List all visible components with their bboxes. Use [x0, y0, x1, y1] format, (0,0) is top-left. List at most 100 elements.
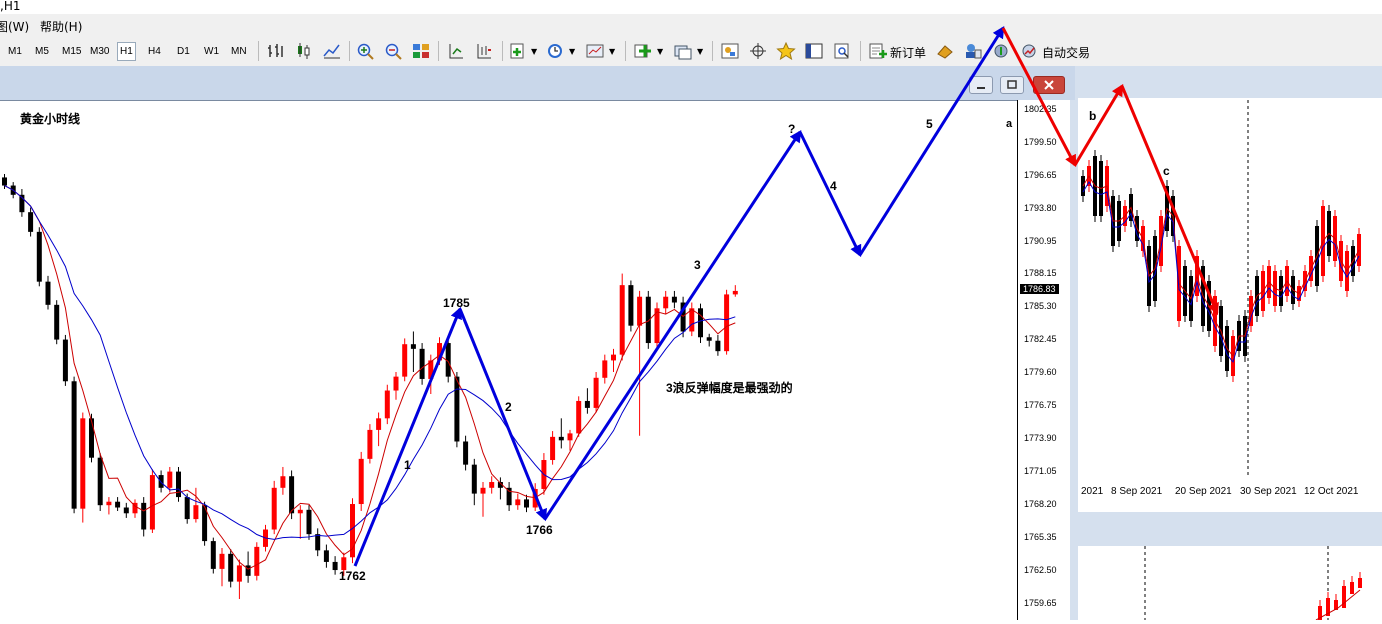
- candle-body: [80, 418, 86, 509]
- tile-windows-icon[interactable]: [411, 42, 431, 60]
- favorites-icon[interactable]: [776, 42, 796, 60]
- candle-body: [463, 441, 469, 465]
- bottom-right-candlestick-chart[interactable]: [1078, 546, 1382, 621]
- candlestick-icon[interactable]: [294, 42, 314, 60]
- zoom-out-icon[interactable]: [384, 42, 404, 60]
- candle-body: [689, 308, 695, 332]
- auto-scroll-icon[interactable]: [446, 42, 466, 60]
- chevron-down-icon[interactable]: ▼: [531, 47, 537, 56]
- line-chart-icon[interactable]: [322, 42, 342, 60]
- candle-body: [602, 360, 608, 378]
- market-watch-icon[interactable]: [935, 42, 955, 60]
- right-candlestick-chart[interactable]: [1078, 66, 1382, 512]
- chart-shift-icon[interactable]: [474, 42, 494, 60]
- toolbar-separator: [502, 41, 503, 61]
- candle-body: [193, 505, 199, 520]
- chevron-down-icon[interactable]: ▼: [697, 47, 703, 56]
- candle-body: [1350, 582, 1354, 594]
- navigator-icon[interactable]: [720, 42, 740, 60]
- timeframe-w1[interactable]: W1: [204, 46, 219, 57]
- candle-body: [376, 418, 382, 430]
- chevron-down-icon[interactable]: ▼: [569, 47, 575, 56]
- symbol-label: 黄金小时线: [20, 111, 80, 126]
- candle-body: [236, 565, 242, 582]
- moving-average-slow: [4, 185, 736, 540]
- candle-body: [663, 296, 669, 309]
- menu-window[interactable]: 图(W): [0, 18, 29, 35]
- timeframe-mn[interactable]: MN: [231, 46, 247, 57]
- toolbar-separator: [438, 41, 439, 61]
- templates-icon[interactable]: [585, 42, 605, 60]
- wave-label-a: a: [1006, 118, 1013, 130]
- candle-body: [289, 476, 295, 514]
- candle-body: [184, 497, 190, 520]
- timeframe-d1[interactable]: D1: [177, 46, 190, 57]
- candle-body: [437, 343, 442, 361]
- candle-body: [706, 337, 712, 341]
- candle-body: [419, 348, 425, 379]
- candle-body: [115, 501, 121, 508]
- crosshair-icon[interactable]: [748, 42, 768, 60]
- candle-body: [149, 475, 155, 530]
- main-candlestick-chart[interactable]: 黄金小时线 a: [0, 101, 1017, 621]
- auto-trading-icon[interactable]: [1019, 42, 1039, 60]
- timeframe-h1[interactable]: H1: [117, 42, 136, 61]
- timeframe-m15[interactable]: M15: [62, 46, 81, 57]
- bar-chart-icon[interactable]: [266, 42, 286, 60]
- right-chart-window[interactable]: 2021 8 Sep 2021 20 Sep 2021 30 Sep 2021 …: [1075, 66, 1382, 512]
- price-tick-label: 1779.60: [1024, 367, 1057, 378]
- bottom-right-chart-window[interactable]: [1075, 546, 1382, 621]
- main-chart-plot[interactable]: 黄金小时线 a: [0, 100, 1017, 621]
- candle-body: [341, 557, 347, 571]
- timeframe-m30[interactable]: M30: [90, 46, 109, 57]
- candle-body: [1358, 578, 1362, 588]
- date-label: 12 Oct 2021: [1304, 486, 1359, 497]
- candle-body: [698, 308, 703, 338]
- candle-body: [254, 546, 260, 576]
- price-tick-label: 1776.75: [1024, 400, 1057, 411]
- candle-body: [280, 476, 286, 488]
- signals-icon[interactable]: [991, 42, 1011, 60]
- menu-help[interactable]: 帮助(H): [40, 18, 82, 35]
- candle-body: [410, 344, 416, 349]
- price-tick-label: 1802.35: [1024, 103, 1057, 114]
- price-tick-label: 1788.15: [1024, 268, 1057, 279]
- candle-body: [550, 436, 556, 461]
- price-tick-label: 1793.80: [1024, 202, 1057, 213]
- candle-body: [306, 509, 312, 535]
- close-icon: [1044, 80, 1054, 90]
- new-chart-icon[interactable]: [633, 42, 653, 60]
- new-order-icon[interactable]: [868, 42, 888, 60]
- timeframe-m5[interactable]: M5: [35, 46, 49, 57]
- candle-body: [54, 304, 60, 340]
- zoom-in-icon[interactable]: [356, 42, 376, 60]
- candle-body: [358, 458, 364, 505]
- new-order-button[interactable]: 新订单: [890, 44, 926, 61]
- chevron-down-icon[interactable]: ▼: [657, 47, 663, 56]
- indicators-icon[interactable]: [509, 42, 529, 60]
- candle-body: [323, 550, 329, 562]
- candle-body: [89, 418, 94, 458]
- periods-icon[interactable]: [545, 42, 565, 60]
- date-label: 2021: [1081, 486, 1104, 497]
- candle-body: [584, 400, 590, 408]
- date-label: 8 Sep 2021: [1111, 486, 1163, 497]
- candle-body: [524, 499, 529, 508]
- timeframe-h4[interactable]: H4: [148, 46, 161, 57]
- candle-body: [71, 381, 77, 509]
- restore-button[interactable]: [1000, 76, 1024, 94]
- profiles-icon[interactable]: [673, 42, 693, 60]
- price-axis: 1802.35 1799.50 1796.65 1793.80 1790.95 1788.…: [1017, 100, 1070, 620]
- auto-trading-button[interactable]: 自动交易: [1042, 44, 1090, 61]
- close-button[interactable]: [1033, 76, 1065, 94]
- candle-body: [471, 464, 477, 494]
- menu-bar: 图(W) 帮助(H): [0, 14, 1382, 36]
- chevron-down-icon[interactable]: ▼: [609, 47, 615, 56]
- data-window-icon[interactable]: [804, 42, 824, 60]
- toolbar-separator: [712, 41, 713, 61]
- candle-body: [732, 290, 738, 295]
- terminal-icon[interactable]: [963, 42, 983, 60]
- minimize-button[interactable]: [969, 76, 993, 94]
- timeframe-m1[interactable]: M1: [8, 46, 22, 57]
- strategy-tester-icon[interactable]: [832, 42, 852, 60]
